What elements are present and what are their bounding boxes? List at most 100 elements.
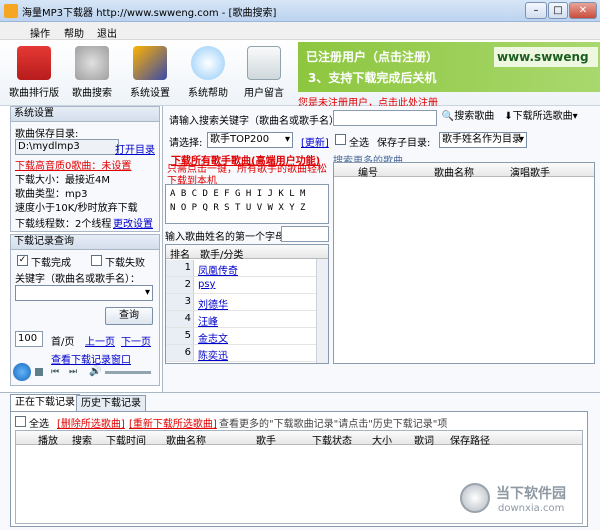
- table-row[interactable]: 3 刘德华: [166, 294, 316, 311]
- singer-table[interactable]: 排名 歌手/分类 1 凤凰传奇 2 psy 3 刘德华 4 汪峰 5 金志文 6 陈奕迅: [165, 244, 329, 364]
- maximize-button[interactable]: □: [548, 2, 568, 19]
- watermark: 当下软件园 downxia.com: [460, 481, 588, 521]
- song-table-header: 编号 歌曲名称 演唱歌手: [334, 163, 594, 179]
- subdir-select[interactable]: 歌手姓名作为目录: [439, 132, 527, 148]
- row-singer[interactable]: 凤凰传奇: [198, 262, 238, 277]
- toolbar-label: 歌曲搜索: [72, 88, 112, 99]
- row-rank: 1: [166, 260, 194, 276]
- banner-line1: 已注册用户（点击注册）: [306, 50, 439, 64]
- letters-row1[interactable]: A B C D E F G H I J K L M: [170, 189, 305, 199]
- chart-button[interactable]: 歌曲排行版: [6, 44, 62, 102]
- toolbar-label: 系统帮助: [188, 88, 228, 99]
- fail-label: 下载失败: [105, 258, 145, 269]
- letters-row2[interactable]: N O P Q R S T U V W X Y Z: [170, 203, 305, 213]
- col-number: 编号: [358, 168, 378, 179]
- first-page[interactable]: 首/页: [51, 333, 74, 348]
- col-singer: 歌手: [256, 436, 276, 447]
- max-size: 下载大小：最接近4M: [15, 175, 110, 186]
- save-dir-label: 歌曲保存目录:: [15, 129, 79, 140]
- row-singer[interactable]: 刘德华: [198, 296, 228, 311]
- table-row[interactable]: 2 psy: [166, 277, 316, 294]
- register-banner[interactable]: 已注册用户（点击注册） 3、支持下载完成后关机 www.swweng: [298, 42, 600, 92]
- settings-button[interactable]: 系统设置: [122, 44, 178, 102]
- first-char-input[interactable]: [281, 226, 329, 242]
- refresh-link[interactable]: [更新]: [301, 134, 329, 149]
- singer-table-scrollbar[interactable]: [316, 259, 328, 363]
- prev-track-icon[interactable]: ⏮: [51, 367, 59, 377]
- next-page-link[interactable]: 下一页: [121, 333, 151, 348]
- chart-icon: [17, 46, 51, 80]
- letter-index[interactable]: A B C D E F G H I J K L M N O P Q R S T …: [165, 184, 329, 224]
- menu-exit[interactable]: 退出: [97, 25, 117, 40]
- window-title: 海量MP3下载器 http://www.swweng.com - [歌曲搜索]: [22, 8, 277, 19]
- watermark-text: 当下软件园: [496, 486, 566, 502]
- search-panel: 请输入搜索关键字（歌曲名或歌手名）： 🔍搜索歌曲 ⬇下载所选歌曲▾ 请选择: 歌…: [162, 106, 600, 392]
- volume-slider[interactable]: [105, 371, 151, 374]
- search-songs-button[interactable]: 🔍搜索歌曲: [441, 109, 495, 127]
- stop-icon[interactable]: [35, 368, 43, 376]
- col-status: 下载状态: [312, 436, 352, 447]
- download-records: 正在下载记录 历史下载记录 全选 [删除所选歌曲] [重新下载所选歌曲] 查看更…: [0, 392, 600, 530]
- prev-page-link[interactable]: 上一页: [85, 333, 115, 348]
- row-singer[interactable]: 陈奕迅: [198, 347, 228, 362]
- delete-selected-link[interactable]: [删除所选歌曲]: [57, 415, 125, 430]
- fail-checkbox[interactable]: [91, 255, 102, 266]
- menu-operate[interactable]: 操作: [30, 25, 50, 40]
- title-bar: 海量MP3下载器 http://www.swweng.com - [歌曲搜索] …: [0, 0, 600, 22]
- row-singer[interactable]: psy: [198, 279, 215, 290]
- app-icon: [4, 4, 18, 18]
- change-settings-link[interactable]: 更改设置: [113, 215, 153, 230]
- category-select[interactable]: 歌手TOP200: [207, 132, 293, 148]
- group-title: 系统设置: [11, 107, 159, 122]
- col-song: 歌曲名称: [434, 168, 474, 179]
- threads-info: 下载线程数：2个线程: [15, 219, 112, 230]
- first-char-label: 输入歌曲姓名的第一个字母：: [165, 232, 295, 243]
- toolbar-label: 歌曲排行版: [9, 88, 59, 99]
- download-selected-button[interactable]: ⬇下载所选歌曲▾: [499, 109, 583, 127]
- save-dir-field[interactable]: D:\mydlmp3: [15, 139, 119, 155]
- table-row[interactable]: 6 陈奕迅: [166, 345, 316, 362]
- message-button[interactable]: 用户留言: [236, 44, 292, 102]
- search-icon: 🔍: [441, 111, 455, 122]
- help-icon: [191, 46, 225, 80]
- table-row[interactable]: 1 凤凰传奇: [166, 260, 316, 277]
- records-table-header: 播放 搜索 下载时间 歌曲名称 歌手 下载状态 大小 歌词 保存路径: [16, 431, 582, 447]
- note-icon: [247, 46, 281, 80]
- page-size-input[interactable]: 100: [15, 331, 43, 347]
- table-row[interactable]: 4 汪峰: [166, 311, 316, 328]
- next-track-icon[interactable]: ⏭: [69, 367, 77, 377]
- tab-downloading[interactable]: 正在下载记录: [10, 394, 80, 411]
- col-search: 搜索: [72, 436, 92, 447]
- help-button[interactable]: 系统帮助: [180, 44, 236, 102]
- col-rank: 排名: [170, 250, 190, 261]
- song-type: 歌曲类型：mp3: [15, 189, 88, 200]
- records-select-all-checkbox[interactable]: [15, 416, 26, 427]
- download-selected-label: 下载所选歌曲: [512, 111, 573, 122]
- row-singer[interactable]: 汪峰: [198, 313, 218, 328]
- minimize-button[interactable]: –: [525, 2, 547, 19]
- volume-icon[interactable]: 🔊: [89, 366, 101, 377]
- keyword-select[interactable]: [15, 285, 153, 301]
- search-input[interactable]: [333, 110, 437, 126]
- redownload-link[interactable]: [重新下载所选歌曲]: [129, 415, 217, 430]
- open-dir-link[interactable]: 打开目录: [115, 141, 155, 156]
- row-rank: 3: [166, 294, 194, 310]
- song-table[interactable]: 编号 歌曲名称 演唱歌手: [333, 162, 595, 364]
- query-button[interactable]: 查询: [105, 307, 153, 325]
- media-player: ⏮ ⏭ 🔊: [13, 363, 157, 381]
- play-icon[interactable]: [13, 363, 31, 381]
- hq-info[interactable]: 下载高音质0歌曲：未设置: [15, 157, 131, 172]
- music-icon: [75, 46, 109, 80]
- search-songs-label: 搜索歌曲: [454, 111, 495, 122]
- song-search-button[interactable]: 歌曲搜索: [64, 44, 120, 102]
- select-all-checkbox[interactable]: [335, 134, 346, 145]
- table-row[interactable]: 5 金志文: [166, 328, 316, 345]
- row-singer[interactable]: 金志文: [198, 330, 228, 345]
- close-button[interactable]: ✕: [569, 2, 597, 19]
- menu-help[interactable]: 帮助: [64, 25, 84, 40]
- col-time: 下载时间: [106, 436, 146, 447]
- done-checkbox[interactable]: ✓: [17, 255, 28, 266]
- download-query-group: 下载记录查询 ✓ 下载完成 下载失败 关键字（歌曲名或歌手名）： 查询 100 …: [10, 234, 160, 386]
- tab-history[interactable]: 历史下载记录: [76, 395, 146, 411]
- toolbar-label: 系统设置: [130, 88, 170, 99]
